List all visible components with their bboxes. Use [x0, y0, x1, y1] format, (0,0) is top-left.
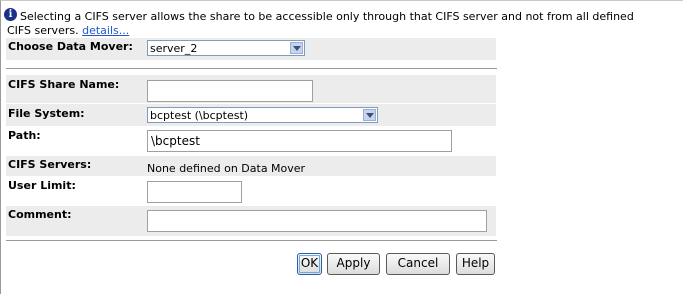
ok-button[interactable]: OK	[297, 253, 322, 275]
chevron-down-icon[interactable]	[290, 42, 303, 54]
apply-button[interactable]: Apply	[327, 253, 380, 275]
section-divider	[6, 68, 497, 69]
path-row: Path: \bcptest	[6, 127, 496, 155]
details-link[interactable]: details...	[82, 24, 129, 37]
info-message-line2: CIFS servers. details...	[7, 24, 129, 37]
comment-input[interactable]	[147, 210, 487, 232]
cifs-servers-label: CIFS Servers:	[8, 158, 92, 171]
cifs-servers-row: CIFS Servers: None defined on Data Mover	[6, 156, 496, 176]
info-icon: i	[4, 8, 17, 21]
data-mover-select[interactable]: server_2	[147, 40, 305, 56]
data-mover-row: Choose Data Mover: server_2	[6, 38, 496, 60]
cancel-button[interactable]: Cancel	[386, 253, 450, 275]
share-name-label: CIFS Share Name:	[8, 78, 120, 91]
user-limit-row: User Limit:	[6, 177, 496, 205]
cifs-servers-value: None defined on Data Mover	[147, 162, 306, 175]
file-system-select[interactable]: bcptest (\bcptest)	[147, 107, 378, 123]
file-system-value: bcptest (\bcptest)	[150, 109, 249, 122]
path-input[interactable]: \bcptest	[147, 130, 452, 152]
data-mover-value: server_2	[150, 42, 198, 55]
path-label: Path:	[8, 129, 41, 142]
chevron-down-icon[interactable]	[363, 109, 376, 121]
share-name-row: CIFS Share Name:	[6, 75, 496, 103]
file-system-row: File System: bcptest (\bcptest)	[6, 104, 496, 126]
comment-label: Comment:	[8, 208, 72, 221]
user-limit-label: User Limit:	[8, 179, 76, 192]
help-button[interactable]: Help	[456, 253, 495, 275]
info-message-text: CIFS servers.	[7, 24, 79, 37]
file-system-label: File System:	[8, 107, 85, 120]
data-mover-label: Choose Data Mover:	[8, 40, 133, 53]
bottom-divider	[6, 240, 497, 241]
share-name-input[interactable]	[147, 80, 313, 102]
path-value: \bcptest	[151, 134, 200, 148]
comment-row: Comment:	[6, 206, 496, 236]
info-message-line1: Selecting a CIFS server allows the share…	[20, 10, 634, 23]
user-limit-input[interactable]	[147, 181, 242, 203]
